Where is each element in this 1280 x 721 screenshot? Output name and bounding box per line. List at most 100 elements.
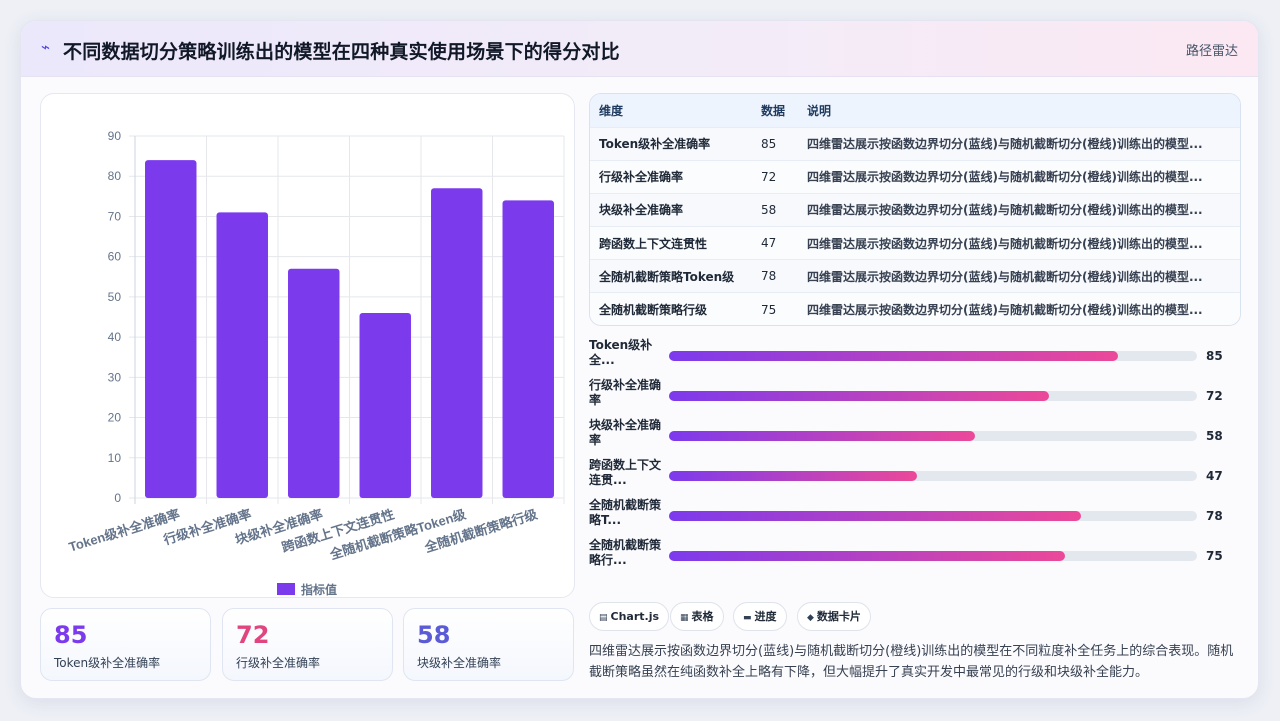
chip-label: Chart.js: [610, 610, 660, 623]
bar-chart: 0102030405060708090Token级补全准确率行级补全准确率块级补…: [67, 129, 565, 597]
table-cell-dimension: Token级补全准确率: [599, 137, 711, 152]
table-row: 块级补全准确率 58 四维雷达展示按函数边界切分(蓝线)与随机截断切分(橙线)训…: [590, 193, 1240, 227]
chip-table[interactable]: ▦ 表格: [670, 602, 724, 631]
x-tick-label: Token级补全准确率: [67, 507, 182, 555]
y-tick-label: 70: [108, 209, 122, 223]
table-header-value: 数据: [761, 103, 786, 118]
progress-label: 全随机截断策略行...: [589, 538, 662, 567]
y-tick-label: 10: [108, 451, 122, 465]
progress-bar-list: Token级补全... 85 行级补全准确率 72 块级补全准确率 58 跨函数上下文连贯.…: [589, 337, 1241, 577]
y-tick-label: 20: [108, 411, 122, 425]
progress-value: 72: [1206, 389, 1223, 403]
progress-value: 47: [1206, 469, 1223, 483]
stat-value: 58: [417, 621, 451, 649]
table-cell-value: 58: [761, 202, 777, 217]
bar: [502, 200, 554, 498]
progress-row: 全随机截断策略T... 78: [589, 497, 1241, 537]
chart-type-tag: 路径雷达: [1185, 44, 1238, 59]
progress-fill: [669, 511, 1081, 521]
progress-row: 行级补全准确率 72: [589, 377, 1241, 417]
table-cell-description: 四维雷达展示按函数边界切分(蓝线)与随机截断切分(橙线)训练出的模型...: [807, 170, 1203, 185]
y-tick-label: 80: [108, 169, 122, 183]
progress-fill: [669, 391, 1050, 401]
progress-fill: [669, 431, 976, 441]
stat-card-1: 85 Token级补全准确率: [40, 608, 211, 681]
header-bar: ⌁ 不同数据切分策略训练出的模型在四种真实使用场景下的得分对比 路径雷达: [21, 21, 1258, 77]
stat-card-2: 72 行级补全准确率: [222, 608, 393, 681]
table-cell-value: 85: [761, 136, 777, 151]
table-cell-dimension: 全随机截断策略行级: [599, 303, 708, 318]
stat-label: 块级补全准确率: [417, 656, 502, 670]
pulse-icon: ⌁: [41, 38, 51, 56]
progress-value: 58: [1206, 429, 1223, 443]
progress-track: [669, 511, 1197, 521]
bar: [431, 188, 483, 498]
progress-value: 85: [1206, 349, 1223, 363]
y-tick-label: 60: [108, 250, 122, 264]
table-cell-description: 四维雷达展示按函数边界切分(蓝线)与随机截断切分(橙线)训练出的模型...: [807, 137, 1203, 152]
table-cell-description: 四维雷达展示按函数边界切分(蓝线)与随机截断切分(橙线)训练出的模型...: [807, 303, 1203, 318]
bar-chart-panel: 0 10 20 30 40 50 60 70 80 90 Token级补全准确率 行级补全准确率 块级补…: [40, 93, 575, 598]
y-tick-label: 0: [114, 491, 121, 505]
bar: [216, 212, 268, 498]
table-row: 全随机截断策略行级 75 四维雷达展示按函数边界切分(蓝线)与随机截断切分(橙线…: [590, 292, 1240, 325]
table-row: Token级补全准确率 85 四维雷达展示按函数边界切分(蓝线)与随机截断切分(…: [590, 127, 1240, 161]
table-row: 行级补全准确率 72 四维雷达展示按函数边界切分(蓝线)与随机截断切分(橙线)训…: [590, 160, 1240, 194]
chip-label: 表格: [691, 610, 714, 623]
chip-label: 数据卡片: [816, 610, 861, 623]
table-cell-description: 四维雷达展示按函数边界切分(蓝线)与随机截断切分(橙线)训练出的模型...: [807, 236, 1203, 251]
progress-label: 行级补全准确率: [589, 378, 662, 407]
chip-data-card[interactable]: ◆ 数据卡片: [797, 602, 871, 631]
progress-track: [669, 351, 1197, 361]
bar: [145, 160, 197, 498]
table-cell-value: 72: [761, 169, 777, 184]
data-table-panel: 维度 数据 说明 Token级补全准确率 85 四维雷达展示按函数边界切分(蓝线…: [589, 93, 1241, 326]
progress-fill: [669, 351, 1118, 361]
dashboard-card: ⌁ 不同数据切分策略训练出的模型在四种真实使用场景下的得分对比 路径雷达 0 10…: [20, 20, 1259, 699]
chart-icon: ▤: [599, 613, 608, 623]
stat-value: 85: [54, 621, 88, 649]
table-row: 跨函数上下文连贯性 47 四维雷达展示按函数边界切分(蓝线)与随机截断切分(橙线…: [590, 226, 1240, 260]
y-tick-label: 50: [108, 290, 122, 304]
table-icon: ▦: [680, 613, 689, 623]
progress-row: 块级补全准确率 58: [589, 417, 1241, 457]
chip-label: 进度: [754, 610, 777, 623]
stat-label: Token级补全准确率: [54, 656, 161, 670]
progress-track: [669, 471, 1197, 481]
progress-label: 跨函数上下文连贯...: [589, 458, 662, 487]
table-row: 全随机截断策略Token级 78 四维雷达展示按函数边界切分(蓝线)与随机截断切…: [590, 259, 1240, 293]
y-tick-label: 90: [108, 129, 122, 143]
progress-label: 全随机截断策略T...: [589, 498, 662, 527]
progress-row: Token级补全... 85: [589, 337, 1241, 377]
chip-chartjs[interactable]: ▤ Chart.js: [589, 602, 670, 631]
progress-label: 块级补全准确率: [589, 418, 662, 447]
progress-row: 全随机截断策略行... 75: [589, 537, 1241, 577]
table-cell-dimension: 块级补全准确率: [599, 203, 684, 218]
table-cell-value: 78: [761, 269, 777, 284]
progress-icon: ▬: [743, 613, 752, 623]
chart-description: 四维雷达展示按函数边界切分(蓝线)与随机截断切分(橙线)训练出的模型在不同粒度补…: [589, 644, 1234, 680]
stat-label: 行级补全准确率: [236, 656, 321, 670]
progress-track: [669, 431, 1197, 441]
data-table: 维度 数据 说明 Token级补全准确率 85 四维雷达展示按函数边界切分(蓝线…: [590, 94, 1240, 325]
diamond-icon: ◆: [807, 613, 814, 623]
table-cell-dimension: 全随机截断策略Token级: [599, 269, 735, 284]
table-cell-dimension: 跨函数上下文连贯性: [599, 236, 708, 251]
y-tick-label: 40: [108, 330, 122, 344]
stat-card-3: 58 块级补全准确率: [403, 608, 574, 681]
chip-progress[interactable]: ▬ 进度: [733, 602, 787, 631]
table-header-dimension: 维度: [599, 103, 624, 118]
y-tick-label: 30: [108, 370, 122, 384]
bar: [359, 312, 411, 498]
stat-value: 72: [236, 621, 270, 649]
legend-swatch: [277, 583, 295, 595]
table-cell-dimension: 行级补全准确率: [599, 170, 684, 185]
progress-fill: [669, 471, 918, 481]
progress-value: 78: [1206, 509, 1223, 523]
progress-row: 跨函数上下文连贯... 47: [589, 457, 1241, 497]
progress-fill: [669, 551, 1065, 561]
progress-track: [669, 391, 1197, 401]
table-cell-description: 四维雷达展示按函数边界切分(蓝线)与随机截断切分(橙线)训练出的模型...: [807, 203, 1203, 218]
table-cell-description: 四维雷达展示按函数边界切分(蓝线)与随机截断切分(橙线)训练出的模型...: [807, 269, 1203, 284]
progress-track: [669, 551, 1197, 561]
